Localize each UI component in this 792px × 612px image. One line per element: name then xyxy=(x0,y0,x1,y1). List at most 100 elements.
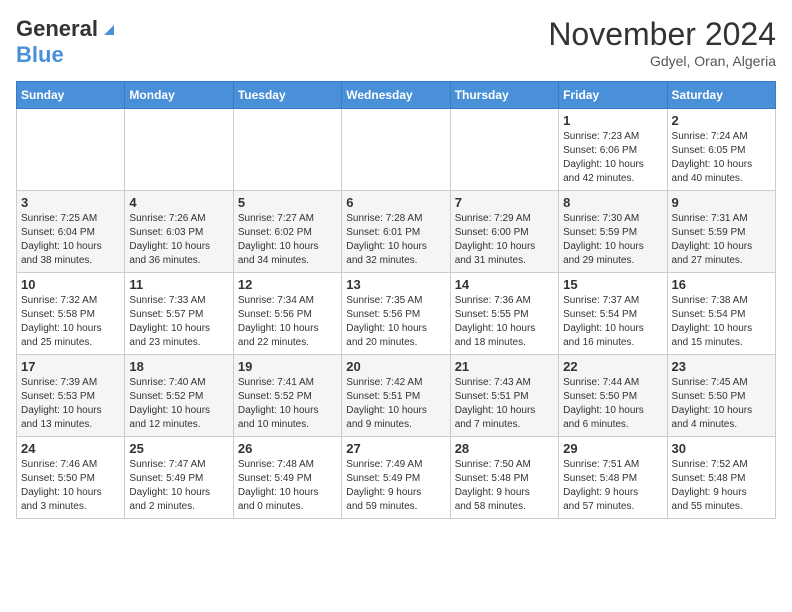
day-info: Sunrise: 7:37 AM Sunset: 5:54 PM Dayligh… xyxy=(563,294,662,350)
day-info: Sunrise: 7:43 AM Sunset: 5:51 PM Dayligh… xyxy=(455,376,554,432)
day-number: 2 xyxy=(672,113,771,128)
day-cell: 18Sunrise: 7:40 AM Sunset: 5:52 PM Dayli… xyxy=(125,355,233,437)
day-info: Sunrise: 7:23 AM Sunset: 6:06 PM Dayligh… xyxy=(563,130,662,186)
day-number: 17 xyxy=(21,359,120,374)
day-cell: 20 Sunrise: 7:42 AM Sunset: 5:51 PM Dayli… xyxy=(342,355,450,437)
day-cell: 22Sunrise: 7:44 AM Sunset: 5:50 PM Dayli… xyxy=(559,355,667,437)
day-info: Sunrise: 7:42 AM Sunset: 5:51 PM Dayligh… xyxy=(346,376,445,432)
logo-general: General xyxy=(16,16,98,42)
day-number: 9 xyxy=(672,195,771,210)
day-cell: 29 Sunrise: 7:51 AM Sunset: 5:48 PM Dayli… xyxy=(559,437,667,519)
day-cell: 24 Sunrise: 7:46 AM Sunset: 5:50 PM Dayli… xyxy=(17,437,125,519)
day-cell: 11Sunrise: 7:33 AM Sunset: 5:57 PM Dayli… xyxy=(125,273,233,355)
day-info: Sunrise: 7:27 AM Sunset: 6:02 PM Dayligh… xyxy=(238,212,337,268)
day-cell xyxy=(125,109,233,191)
day-cell: 26Sunrise: 7:48 AM Sunset: 5:49 PM Dayli… xyxy=(233,437,341,519)
day-number: 29 xyxy=(563,441,662,456)
day-cell: 13Sunrise: 7:35 AM Sunset: 5:56 PM Dayli… xyxy=(342,273,450,355)
day-cell: 2 Sunrise: 7:24 AM Sunset: 6:05 PM Daylig… xyxy=(667,109,775,191)
day-number: 13 xyxy=(346,277,445,292)
calendar-table: SundayMondayTuesdayWednesdayThursdayFrid… xyxy=(16,81,776,519)
week-row-1: 1 Sunrise: 7:23 AM Sunset: 6:06 PM Daylig… xyxy=(17,109,776,191)
day-number: 3 xyxy=(21,195,120,210)
day-cell: 1 Sunrise: 7:23 AM Sunset: 6:06 PM Daylig… xyxy=(559,109,667,191)
day-number: 4 xyxy=(129,195,228,210)
weekday-header-wednesday: Wednesday xyxy=(342,82,450,109)
day-cell: 17 Sunrise: 7:39 AM Sunset: 5:53 PM Dayli… xyxy=(17,355,125,437)
day-info: Sunrise: 7:28 AM Sunset: 6:01 PM Dayligh… xyxy=(346,212,445,268)
day-cell: 14Sunrise: 7:36 AM Sunset: 5:55 PM Dayli… xyxy=(450,273,558,355)
day-cell: 27 Sunrise: 7:49 AM Sunset: 5:49 PM Dayli… xyxy=(342,437,450,519)
day-cell: 3 Sunrise: 7:25 AM Sunset: 6:04 PM Daylig… xyxy=(17,191,125,273)
logo: General Blue xyxy=(16,16,118,68)
day-info: Sunrise: 7:50 AM Sunset: 5:48 PM Dayligh… xyxy=(455,458,554,514)
day-info: Sunrise: 7:46 AM Sunset: 5:50 PM Dayligh… xyxy=(21,458,120,514)
month-title: November 2024 xyxy=(548,16,776,53)
day-number: 22 xyxy=(563,359,662,374)
day-cell: 4 Sunrise: 7:26 AM Sunset: 6:03 PM Daylig… xyxy=(125,191,233,273)
day-info: Sunrise: 7:29 AM Sunset: 6:00 PM Dayligh… xyxy=(455,212,554,268)
logo-triangle-icon xyxy=(100,21,118,39)
day-info: Sunrise: 7:39 AM Sunset: 5:53 PM Dayligh… xyxy=(21,376,120,432)
day-cell: 9 Sunrise: 7:31 AM Sunset: 5:59 PM Daylig… xyxy=(667,191,775,273)
weekday-header-saturday: Saturday xyxy=(667,82,775,109)
day-info: Sunrise: 7:49 AM Sunset: 5:49 PM Dayligh… xyxy=(346,458,445,514)
day-cell: 7 Sunrise: 7:29 AM Sunset: 6:00 PM Daylig… xyxy=(450,191,558,273)
day-number: 19 xyxy=(238,359,337,374)
day-number: 8 xyxy=(563,195,662,210)
day-number: 14 xyxy=(455,277,554,292)
weekday-header-sunday: Sunday xyxy=(17,82,125,109)
day-number: 10 xyxy=(21,277,120,292)
day-info: Sunrise: 7:31 AM Sunset: 5:59 PM Dayligh… xyxy=(672,212,771,268)
day-cell: 28 Sunrise: 7:50 AM Sunset: 5:48 PM Dayli… xyxy=(450,437,558,519)
day-info: Sunrise: 7:34 AM Sunset: 5:56 PM Dayligh… xyxy=(238,294,337,350)
day-info: Sunrise: 7:26 AM Sunset: 6:03 PM Dayligh… xyxy=(129,212,228,268)
weekday-header-row: SundayMondayTuesdayWednesdayThursdayFrid… xyxy=(17,82,776,109)
day-cell xyxy=(17,109,125,191)
day-cell xyxy=(342,109,450,191)
day-number: 15 xyxy=(563,277,662,292)
logo-blue: Blue xyxy=(16,42,64,67)
day-info: Sunrise: 7:24 AM Sunset: 6:05 PM Dayligh… xyxy=(672,130,771,186)
day-info: Sunrise: 7:33 AM Sunset: 5:57 PM Dayligh… xyxy=(129,294,228,350)
day-number: 24 xyxy=(21,441,120,456)
day-cell: 12 Sunrise: 7:34 AM Sunset: 5:56 PM Dayli… xyxy=(233,273,341,355)
day-number: 23 xyxy=(672,359,771,374)
day-number: 7 xyxy=(455,195,554,210)
day-number: 27 xyxy=(346,441,445,456)
day-number: 12 xyxy=(238,277,337,292)
day-info: Sunrise: 7:32 AM Sunset: 5:58 PM Dayligh… xyxy=(21,294,120,350)
day-number: 1 xyxy=(563,113,662,128)
page-header: General Blue November 2024 Gdyel, Oran, … xyxy=(16,16,776,69)
day-number: 28 xyxy=(455,441,554,456)
weekday-header-monday: Monday xyxy=(125,82,233,109)
day-cell: 25Sunrise: 7:47 AM Sunset: 5:49 PM Dayli… xyxy=(125,437,233,519)
week-row-5: 24 Sunrise: 7:46 AM Sunset: 5:50 PM Dayli… xyxy=(17,437,776,519)
day-info: Sunrise: 7:47 AM Sunset: 5:49 PM Dayligh… xyxy=(129,458,228,514)
day-cell: 21 Sunrise: 7:43 AM Sunset: 5:51 PM Dayli… xyxy=(450,355,558,437)
day-info: Sunrise: 7:40 AM Sunset: 5:52 PM Dayligh… xyxy=(129,376,228,432)
day-number: 21 xyxy=(455,359,554,374)
day-info: Sunrise: 7:52 AM Sunset: 5:48 PM Dayligh… xyxy=(672,458,771,514)
weekday-header-friday: Friday xyxy=(559,82,667,109)
day-cell: 8 Sunrise: 7:30 AM Sunset: 5:59 PM Daylig… xyxy=(559,191,667,273)
day-number: 20 xyxy=(346,359,445,374)
day-number: 6 xyxy=(346,195,445,210)
day-cell: 16Sunrise: 7:38 AM Sunset: 5:54 PM Dayli… xyxy=(667,273,775,355)
day-info: Sunrise: 7:30 AM Sunset: 5:59 PM Dayligh… xyxy=(563,212,662,268)
day-info: Sunrise: 7:45 AM Sunset: 5:50 PM Dayligh… xyxy=(672,376,771,432)
day-cell: 5 Sunrise: 7:27 AM Sunset: 6:02 PM Daylig… xyxy=(233,191,341,273)
day-info: Sunrise: 7:41 AM Sunset: 5:52 PM Dayligh… xyxy=(238,376,337,432)
day-cell: 6 Sunrise: 7:28 AM Sunset: 6:01 PM Daylig… xyxy=(342,191,450,273)
day-number: 16 xyxy=(672,277,771,292)
weekday-header-tuesday: Tuesday xyxy=(233,82,341,109)
day-number: 30 xyxy=(672,441,771,456)
day-number: 5 xyxy=(238,195,337,210)
day-number: 26 xyxy=(238,441,337,456)
day-info: Sunrise: 7:51 AM Sunset: 5:48 PM Dayligh… xyxy=(563,458,662,514)
week-row-3: 10 Sunrise: 7:32 AM Sunset: 5:58 PM Dayli… xyxy=(17,273,776,355)
day-cell: 19 Sunrise: 7:41 AM Sunset: 5:52 PM Dayli… xyxy=(233,355,341,437)
day-info: Sunrise: 7:25 AM Sunset: 6:04 PM Dayligh… xyxy=(21,212,120,268)
day-cell: 30 Sunrise: 7:52 AM Sunset: 5:48 PM Dayli… xyxy=(667,437,775,519)
title-section: November 2024 Gdyel, Oran, Algeria xyxy=(548,16,776,69)
